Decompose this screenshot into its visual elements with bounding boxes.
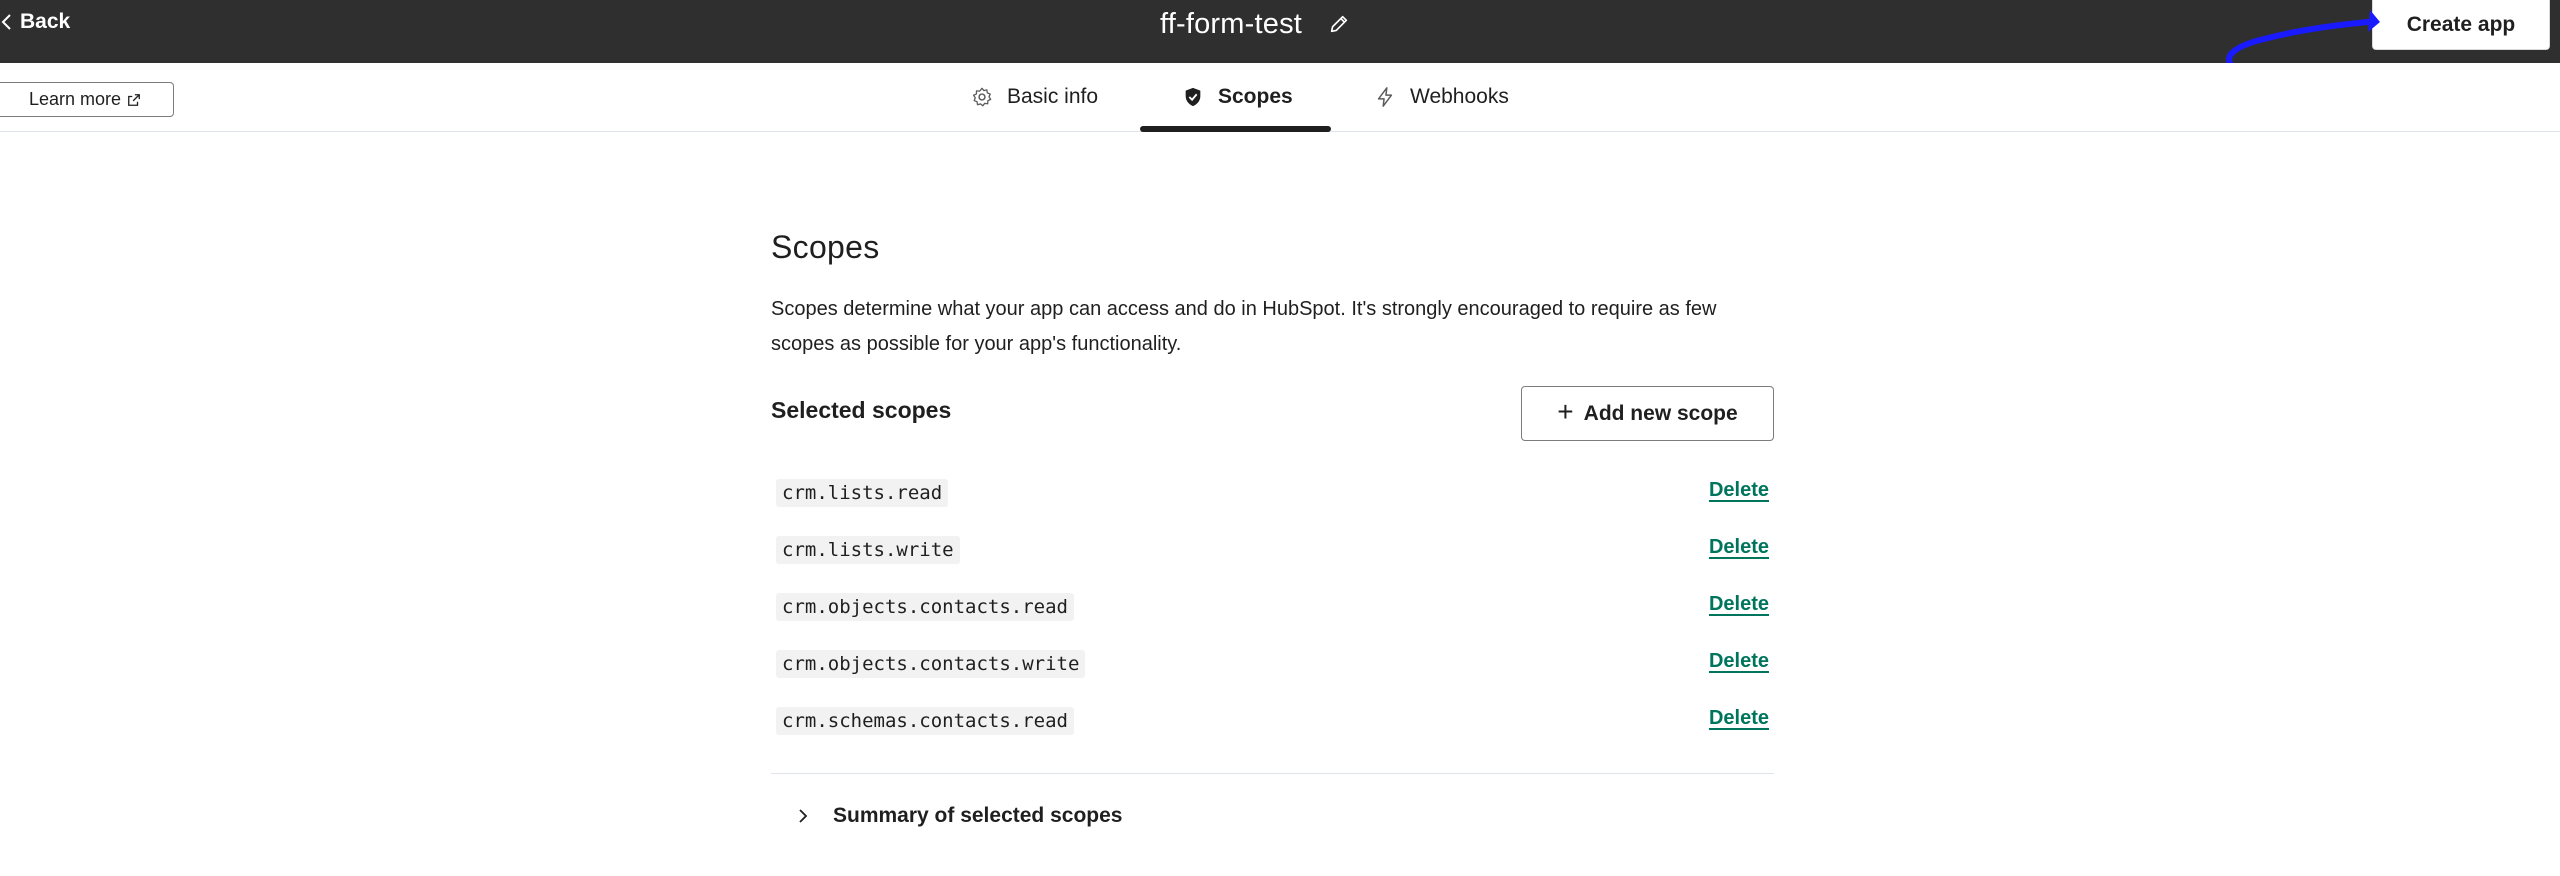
back-label: Back	[20, 10, 71, 33]
back-button[interactable]: Back	[0, 6, 70, 38]
learn-more-label: Learn more	[28, 89, 122, 109]
app-title: ff-form-test	[1160, 7, 1303, 40]
chevron-right-icon	[799, 809, 808, 823]
delete-scope-link[interactable]: Delete	[1709, 536, 1769, 559]
create-app-button[interactable]: Create app	[2372, 0, 2550, 50]
tab-basic-info[interactable]: Basic info	[971, 80, 1098, 114]
page-title: Scopes	[771, 229, 880, 265]
delete-scope-link[interactable]: Delete	[1709, 707, 1769, 730]
create-app-label: Create app	[2406, 12, 2516, 36]
delete-scope-link[interactable]: Delete	[1709, 593, 1769, 616]
top-header-bar: Back ff-form-test Create app	[0, 0, 2560, 63]
scope-row: crm.lists.write Delete	[771, 532, 1774, 572]
add-new-scope-button[interactable]: + Add new scope	[1521, 386, 1774, 441]
scope-name: crm.objects.contacts.read	[776, 593, 1074, 621]
tab-basic-info-label: Basic info	[1007, 85, 1099, 108]
scope-name: crm.schemas.contacts.read	[776, 707, 1074, 735]
scopes-description: Scopes determine what your app can acces…	[771, 298, 1717, 355]
gear-icon	[972, 87, 992, 107]
pencil-icon[interactable]	[1326, 11, 1352, 37]
tab-webhooks[interactable]: Webhooks	[1374, 80, 1509, 114]
app-title-group: ff-form-test	[1160, 6, 1352, 42]
scope-row: crm.objects.contacts.write Delete	[771, 646, 1774, 686]
scope-row: crm.lists.read Delete	[771, 475, 1774, 515]
selected-scopes-heading: Selected scopes	[771, 397, 952, 423]
summary-label: Summary of selected scopes	[833, 804, 1123, 827]
scope-name: crm.lists.write	[776, 536, 960, 564]
tab-scopes-label: Scopes	[1218, 85, 1293, 108]
scope-name: crm.objects.contacts.write	[776, 650, 1086, 678]
add-new-scope-label: Add new scope	[1583, 401, 1738, 425]
scope-name: crm.lists.read	[776, 479, 949, 507]
sub-navigation: Learn more Basic info Scopes Webhooks	[0, 63, 2560, 132]
scope-row: crm.schemas.contacts.read Delete	[771, 703, 1774, 743]
shield-check-icon	[1185, 87, 1201, 107]
summary-accordion-toggle[interactable]: Summary of selected scopes	[795, 800, 1122, 832]
chevron-left-icon	[1, 14, 11, 30]
external-link-icon	[128, 93, 140, 106]
tab-scopes[interactable]: Scopes	[1182, 80, 1293, 114]
lightning-icon	[1377, 87, 1393, 107]
plus-icon: +	[1557, 396, 1574, 427]
delete-scope-link[interactable]: Delete	[1709, 479, 1769, 502]
scope-row: crm.objects.contacts.read Delete	[771, 589, 1774, 629]
tab-webhooks-label: Webhooks	[1410, 85, 1509, 108]
delete-scope-link[interactable]: Delete	[1709, 650, 1769, 673]
active-tab-indicator	[1140, 126, 1331, 132]
learn-more-button[interactable]: Learn more	[0, 82, 174, 117]
divider	[771, 773, 1774, 774]
